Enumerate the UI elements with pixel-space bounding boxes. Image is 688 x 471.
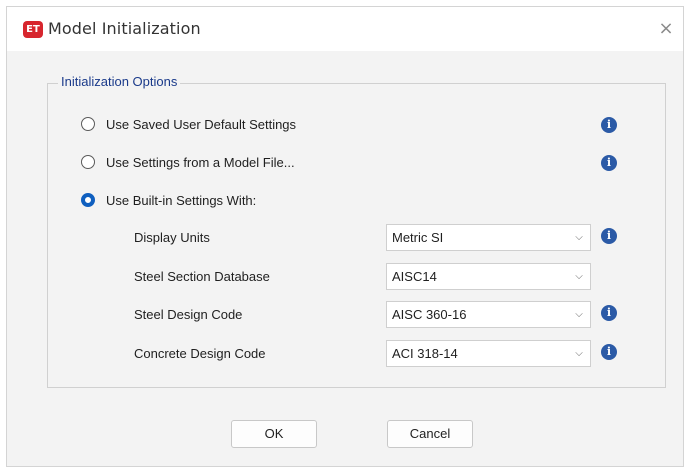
display-units-select[interactable]: Metric SI ⌵ xyxy=(386,224,591,251)
window-title: Model Initialization xyxy=(48,19,201,38)
etabs-logo-icon: ET xyxy=(23,21,43,38)
model-initialization-dialog: ET Model Initialization × Initialization… xyxy=(6,6,684,467)
option-label: Use Built-in Settings With: xyxy=(106,192,257,208)
option-saved-user-defaults[interactable]: Use Saved User Default Settings xyxy=(81,114,296,134)
radio-built-in-settings[interactable] xyxy=(81,193,95,207)
chevron-down-icon: ⌵ xyxy=(575,348,583,359)
select-value: ACI 318-14 xyxy=(392,346,458,361)
cancel-button[interactable]: Cancel xyxy=(387,420,473,448)
title-bar: ET Model Initialization × xyxy=(7,7,683,51)
info-icon[interactable]: i xyxy=(601,228,617,244)
chevron-down-icon: ⌵ xyxy=(575,271,583,282)
chevron-down-icon: ⌵ xyxy=(575,309,583,320)
option-model-file[interactable]: Use Settings from a Model File... xyxy=(81,152,295,172)
chevron-down-icon: ⌵ xyxy=(575,232,583,243)
display-units-label: Display Units xyxy=(134,230,210,245)
radio-saved-user-defaults[interactable] xyxy=(81,117,95,131)
radio-model-file[interactable] xyxy=(81,155,95,169)
steel-section-database-label: Steel Section Database xyxy=(134,269,270,284)
initialization-options-group: Initialization Options Use Saved User De… xyxy=(47,74,666,388)
select-value: Metric SI xyxy=(392,230,444,245)
group-legend: Initialization Options xyxy=(58,74,181,89)
select-value: AISC 360-16 xyxy=(392,307,467,322)
option-label: Use Settings from a Model File... xyxy=(106,154,295,170)
ok-button[interactable]: OK xyxy=(231,420,317,448)
close-button[interactable]: × xyxy=(651,15,681,43)
info-icon[interactable]: i xyxy=(601,344,617,360)
steel-design-code-label: Steel Design Code xyxy=(134,307,243,322)
option-built-in-settings[interactable]: Use Built-in Settings With: xyxy=(81,190,256,210)
info-icon[interactable]: i xyxy=(601,117,617,133)
info-icon[interactable]: i xyxy=(601,155,617,171)
concrete-design-code-select[interactable]: ACI 318-14 ⌵ xyxy=(386,340,591,367)
steel-design-code-select[interactable]: AISC 360-16 ⌵ xyxy=(386,301,591,328)
concrete-design-code-label: Concrete Design Code xyxy=(134,346,266,361)
info-icon[interactable]: i xyxy=(601,305,617,321)
select-value: AISC14 xyxy=(392,269,437,284)
steel-section-database-select[interactable]: AISC14 ⌵ xyxy=(386,263,591,290)
option-label: Use Saved User Default Settings xyxy=(106,116,297,132)
